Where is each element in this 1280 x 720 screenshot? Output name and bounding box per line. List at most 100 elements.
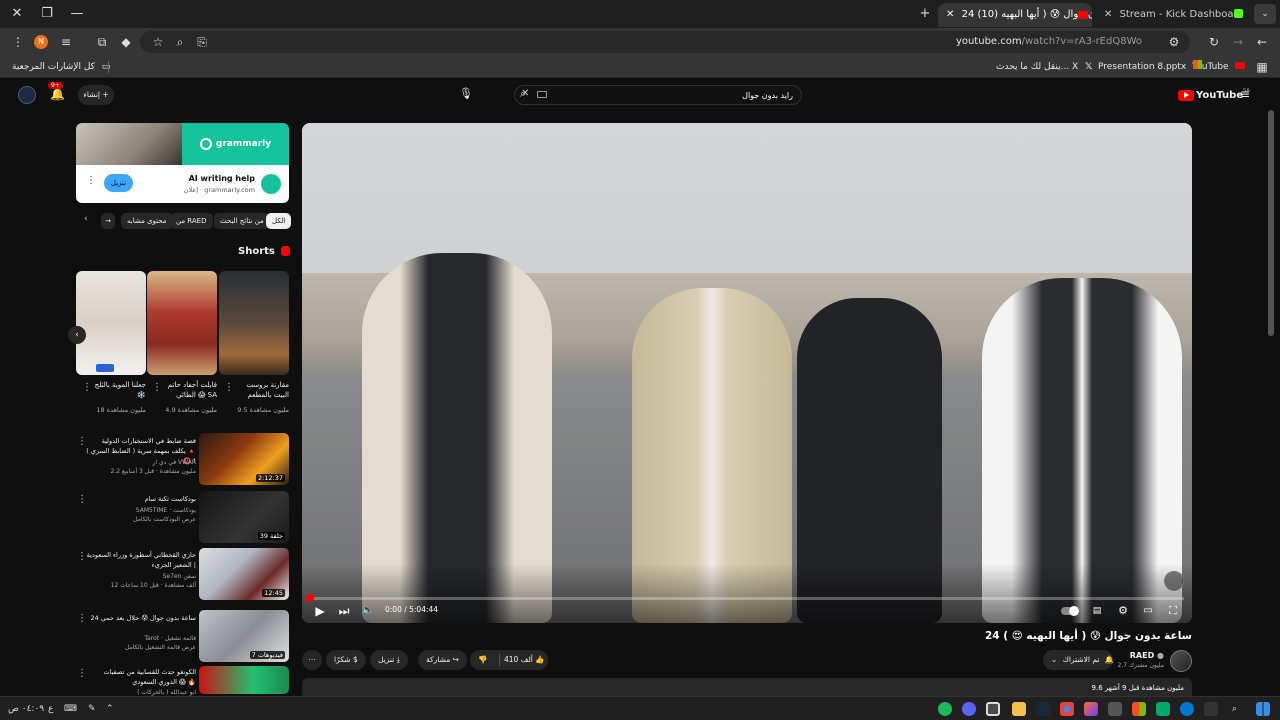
tab-search-icon[interactable]: ⌄	[1254, 4, 1276, 24]
url-text[interactable]: youtube.com/watch?v=rA3-rEdQ8Wo	[956, 31, 1142, 53]
short-thumbnail[interactable]	[147, 271, 217, 375]
download-button[interactable]: تنزيل ⤓	[370, 650, 408, 670]
chrome-icon[interactable]	[986, 702, 1000, 716]
clear-search-x-icon[interactable]: ✕	[521, 88, 529, 99]
keyboard-icon[interactable]	[537, 91, 547, 98]
tab-close-icon[interactable]: ✕	[1104, 9, 1112, 20]
channel-watermark-icon[interactable]	[1164, 571, 1184, 591]
microsoft-store-icon[interactable]	[1132, 702, 1146, 716]
theater-mode-icon[interactable]: ▭	[1140, 603, 1156, 619]
taskbar-clock[interactable]: ٠٤:٠٩ ص	[8, 701, 44, 717]
x-favicon-icon: 𝕏	[1085, 62, 1093, 72]
progress-scrubber[interactable]	[306, 594, 314, 602]
restore-window-icon[interactable]: ❐	[36, 4, 58, 24]
tab-kick-dashboard[interactable]: ✕ Stream - Kick Dashboard	[1096, 3, 1236, 27]
file-explorer-icon[interactable]	[1012, 702, 1026, 716]
chip-label: محتوى مشابه	[127, 217, 167, 225]
address-bar[interactable]: ☆ ⌕ ⎘ youtube.com/watch?v=rA3-rEdQ8Wo ⚙	[140, 31, 1190, 53]
reload-icon[interactable]: ↻	[1206, 34, 1222, 50]
back-icon[interactable]: ←	[1254, 34, 1270, 50]
spotify-icon[interactable]	[938, 702, 952, 716]
notifications-bell-icon[interactable]: 🔔	[50, 87, 65, 101]
subscribed-button[interactable]: ⌄ تم الاشتراك 🔔	[1043, 650, 1114, 670]
rec-thumbnail[interactable]: 2:12:37	[199, 433, 289, 485]
forward-icon[interactable]: →	[1230, 34, 1246, 50]
tab-youtube-video[interactable]: ✕ 24 ساعة بدون جوال 😰 ( أيها البهيه (10)	[938, 3, 1092, 27]
bookmark-star-icon[interactable]: ☆	[150, 34, 166, 50]
site-settings-icon[interactable]: ⚙	[1166, 34, 1182, 50]
zoom-icon[interactable]: ⌕	[172, 34, 188, 50]
pen-tray-icon[interactable]: ✎	[88, 701, 96, 717]
guide-menu-icon[interactable]: ≡	[1240, 87, 1250, 101]
volume-icon[interactable]: 🔈	[360, 603, 376, 619]
rec-thumbnail[interactable]: 7 فيديوهات	[199, 610, 289, 662]
rec-thumbnail[interactable]: 39 حلقة	[199, 491, 289, 543]
search-taskbar-icon[interactable]: ⌕	[1232, 701, 1237, 717]
video-player[interactable]	[302, 123, 1192, 623]
profile-avatar[interactable]: N	[34, 35, 48, 49]
next-icon[interactable]: ⏭	[336, 603, 352, 619]
chip-from-raed[interactable]: من RAED	[170, 213, 213, 229]
close-window-icon[interactable]: ✕	[6, 4, 28, 24]
minimize-window-icon[interactable]: —	[66, 4, 88, 24]
chip-from-search[interactable]: من نتائج البحث	[214, 213, 270, 229]
reading-list-icon[interactable]: ≡	[58, 34, 74, 50]
subtitles-icon[interactable]: ▤	[1089, 603, 1105, 619]
extension-diamond-icon[interactable]: ◆	[118, 34, 134, 50]
autoplay-toggle[interactable]	[1061, 606, 1079, 616]
all-bookmarks[interactable]: كل الإشارات المرجعية ▭	[12, 59, 110, 75]
rec-title: بودكاست ثكنة سام	[144, 495, 196, 503]
play-icon[interactable]: ▶	[312, 603, 328, 619]
menu-kebab-icon[interactable]: ⋮	[10, 34, 26, 50]
voice-search-icon[interactable]: 🎙	[458, 87, 474, 103]
edge-icon[interactable]	[1180, 702, 1194, 716]
new-tab-icon[interactable]: +	[914, 4, 936, 24]
short-thumbnail[interactable]	[219, 271, 289, 375]
extensions-icon[interactable]: ⧉	[94, 34, 110, 50]
rec-thumbnail[interactable]	[199, 666, 289, 694]
more-actions-button[interactable]: ⋯	[302, 650, 322, 670]
like-button[interactable]: 410 ألف 👍	[504, 650, 545, 670]
app-icon[interactable]	[1156, 702, 1170, 716]
bookmark-presentation[interactable]: Presentation 8.pptx	[1098, 59, 1203, 75]
share-button[interactable]: مشاركة ↪	[418, 650, 467, 670]
discord-icon[interactable]	[962, 702, 976, 716]
rec-thumbnail[interactable]: 12:45	[199, 548, 289, 600]
tray-overflow-icon[interactable]: ⌃	[106, 701, 114, 717]
chip-related[interactable]: محتوى مشابه	[121, 213, 173, 229]
windows-taskbar: ٠٤:٠٩ ص ع ⌨ ✎ ⌃ ⌕	[0, 696, 1280, 720]
channel-name[interactable]: RAED ●	[1130, 651, 1164, 660]
channel-avatar[interactable]	[1170, 650, 1192, 672]
tab-close-icon[interactable]: ✕	[946, 9, 954, 20]
shorts-prev-icon[interactable]: ‹	[68, 326, 86, 344]
ad-card[interactable]: grammarly ⋮ تنزيل AI writing help إعلان …	[76, 123, 289, 203]
ad-kebab-icon[interactable]: ⋮	[86, 175, 96, 186]
description-box[interactable]: 9.6 مليون مشاهدة قبل 9 أشهر	[302, 678, 1192, 698]
steam-icon[interactable]	[1036, 702, 1050, 716]
chips-next-icon[interactable]: ‹	[84, 214, 88, 224]
apps-grid-icon[interactable]: ▦	[1254, 59, 1270, 75]
task-view-icon[interactable]	[1204, 702, 1218, 716]
windows-start-icon[interactable]	[1256, 702, 1270, 716]
progress-bar[interactable]	[306, 594, 1184, 602]
install-app-icon[interactable]: ⎘	[194, 34, 210, 50]
bookmark-x[interactable]: ينقل لك ما يحدث... X 𝕏	[996, 59, 1092, 75]
browser-icon[interactable]	[1060, 702, 1074, 716]
fullscreen-icon[interactable]: ⛶	[1165, 603, 1181, 619]
thanks-button[interactable]: شكرًا $	[326, 650, 366, 670]
avatar[interactable]	[18, 86, 36, 104]
ad-cta-button[interactable]: تنزيل	[104, 174, 133, 192]
short-thumbnail[interactable]	[76, 271, 146, 375]
taskbar-language[interactable]: ع	[48, 701, 53, 717]
app-icon[interactable]	[1084, 702, 1098, 716]
short-views: 18 مليون مشاهدة	[96, 406, 146, 414]
dislike-button[interactable]: 👎	[478, 650, 487, 670]
search-input[interactable]: ⌕ ✕ رايد بدون جوال	[514, 85, 802, 105]
app-icon[interactable]	[1108, 702, 1122, 716]
chip-more[interactable]: →	[101, 213, 115, 229]
chip-all[interactable]: الكل	[266, 213, 292, 229]
create-button[interactable]: إنشاء +	[78, 85, 114, 105]
settings-gear-icon[interactable]: ⚙	[1115, 603, 1131, 619]
page-scrollbar[interactable]	[1268, 110, 1274, 336]
keyboard-tray-icon[interactable]: ⌨	[64, 701, 77, 717]
